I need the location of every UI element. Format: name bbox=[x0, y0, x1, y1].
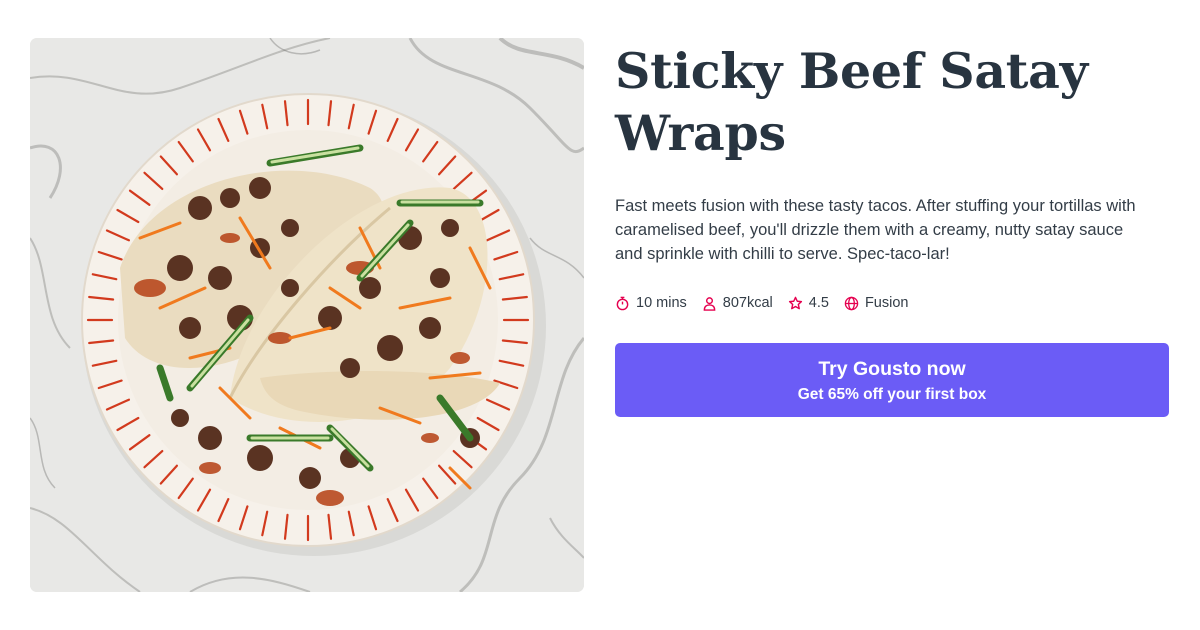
recipe-info: Sticky Beef Satay Wraps Fast meets fusio… bbox=[615, 38, 1169, 417]
cta-main-label: Try Gousto now bbox=[818, 358, 966, 380]
cta-sub-label: Get 65% off your first box bbox=[797, 386, 987, 403]
recipe-description: Fast meets fusion with these tasty tacos… bbox=[615, 197, 1136, 263]
meta-rating-label: 4.5 bbox=[808, 295, 829, 311]
meta-time-label: 10 mins bbox=[636, 295, 687, 311]
meta-cuisine-label: Fusion bbox=[864, 295, 909, 311]
meta-rating: 4.5 bbox=[788, 295, 829, 311]
try-gousto-button[interactable]: Try Gousto now Get 65% off your first bo… bbox=[615, 343, 1169, 417]
recipe-photo bbox=[30, 38, 584, 592]
meta-time: 10 mins bbox=[615, 295, 687, 311]
recipe-meta: 10 mins 807kcal 4.5 Fusion bbox=[615, 295, 1169, 311]
star-icon bbox=[788, 296, 802, 309]
globe-icon bbox=[844, 296, 859, 310]
meta-cuisine: Fusion bbox=[844, 295, 909, 311]
person-icon bbox=[703, 296, 716, 311]
stopwatch-icon bbox=[616, 296, 629, 310]
meta-calories-label: 807kcal bbox=[722, 295, 773, 311]
recipe-title: Sticky Beef Satay Wraps bbox=[615, 42, 1088, 162]
meta-calories: 807kcal bbox=[702, 295, 773, 311]
